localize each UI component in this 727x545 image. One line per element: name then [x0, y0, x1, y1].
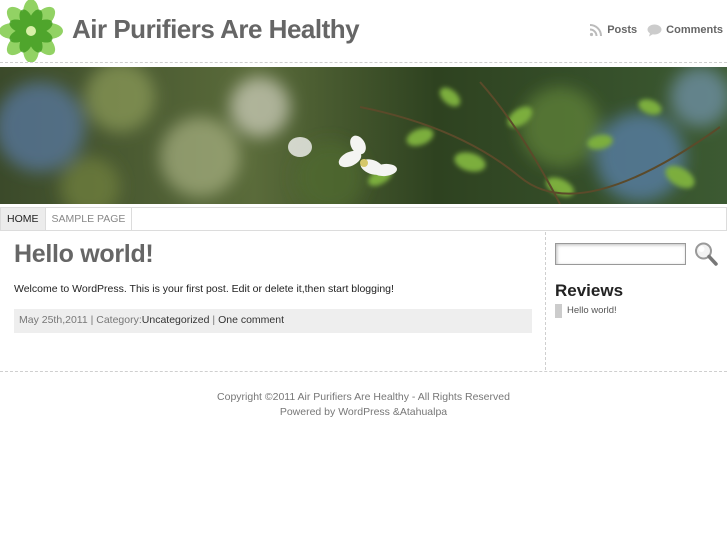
list-item[interactable]: Hello world!: [555, 304, 720, 318]
search-input[interactable]: [555, 243, 686, 265]
post-date: May 25th,2011: [19, 314, 88, 326]
powered-by-text[interactable]: Powered by WordPress &Atahualpa: [0, 405, 727, 420]
nav-item-home[interactable]: HOME: [1, 208, 46, 230]
post-body: Welcome to WordPress. This is your first…: [14, 283, 394, 295]
post-meta: May 25th,2011 | Category:Uncategorized |…: [14, 309, 532, 333]
footer-divider: [0, 371, 727, 372]
flower-branch-photo: [0, 67, 727, 204]
comments-feed-link[interactable]: Comments: [647, 24, 723, 37]
nav-item-sample-page[interactable]: SAMPLE PAGE: [46, 208, 133, 230]
copyright-text: Copyright ©2011 Air Purifiers Are Health…: [217, 391, 510, 403]
sidebar-divider: [545, 232, 546, 370]
sidebar: Reviews Hello world!: [555, 241, 720, 318]
speech-bubble-icon: [647, 24, 662, 36]
magnifier-search-icon[interactable]: [694, 241, 718, 267]
posts-feed-link[interactable]: Posts: [589, 23, 637, 37]
comments-link[interactable]: One comment: [218, 314, 284, 326]
feed-links: Posts Comments: [579, 23, 723, 37]
green-flower-logo-icon[interactable]: [0, 0, 64, 63]
reviews-widget-title: Reviews: [555, 281, 624, 300]
comments-feed-label: Comments: [666, 24, 723, 36]
posts-feed-label: Posts: [607, 24, 638, 36]
search-form: [555, 241, 720, 267]
category-label: Category:: [96, 314, 142, 326]
site-title[interactable]: Air Purifiers Are Healthy: [72, 14, 360, 45]
category-link[interactable]: Uncategorized: [142, 314, 210, 326]
main-content: Hello world! Welcome to WordPress. This …: [14, 240, 532, 333]
site-footer: Copyright ©2011 Air Purifiers Are Health…: [0, 390, 727, 420]
header-divider: [0, 62, 727, 63]
meta-separator: |: [87, 314, 97, 326]
main-nav: HOME SAMPLE PAGE: [0, 207, 727, 231]
reviews-list: Hello world!: [555, 304, 720, 318]
meta-separator: |: [209, 314, 219, 326]
site-header: Air Purifiers Are Healthy Posts Comments: [0, 0, 727, 63]
rss-icon: [590, 24, 603, 37]
post-title[interactable]: Hello world!: [14, 240, 532, 269]
